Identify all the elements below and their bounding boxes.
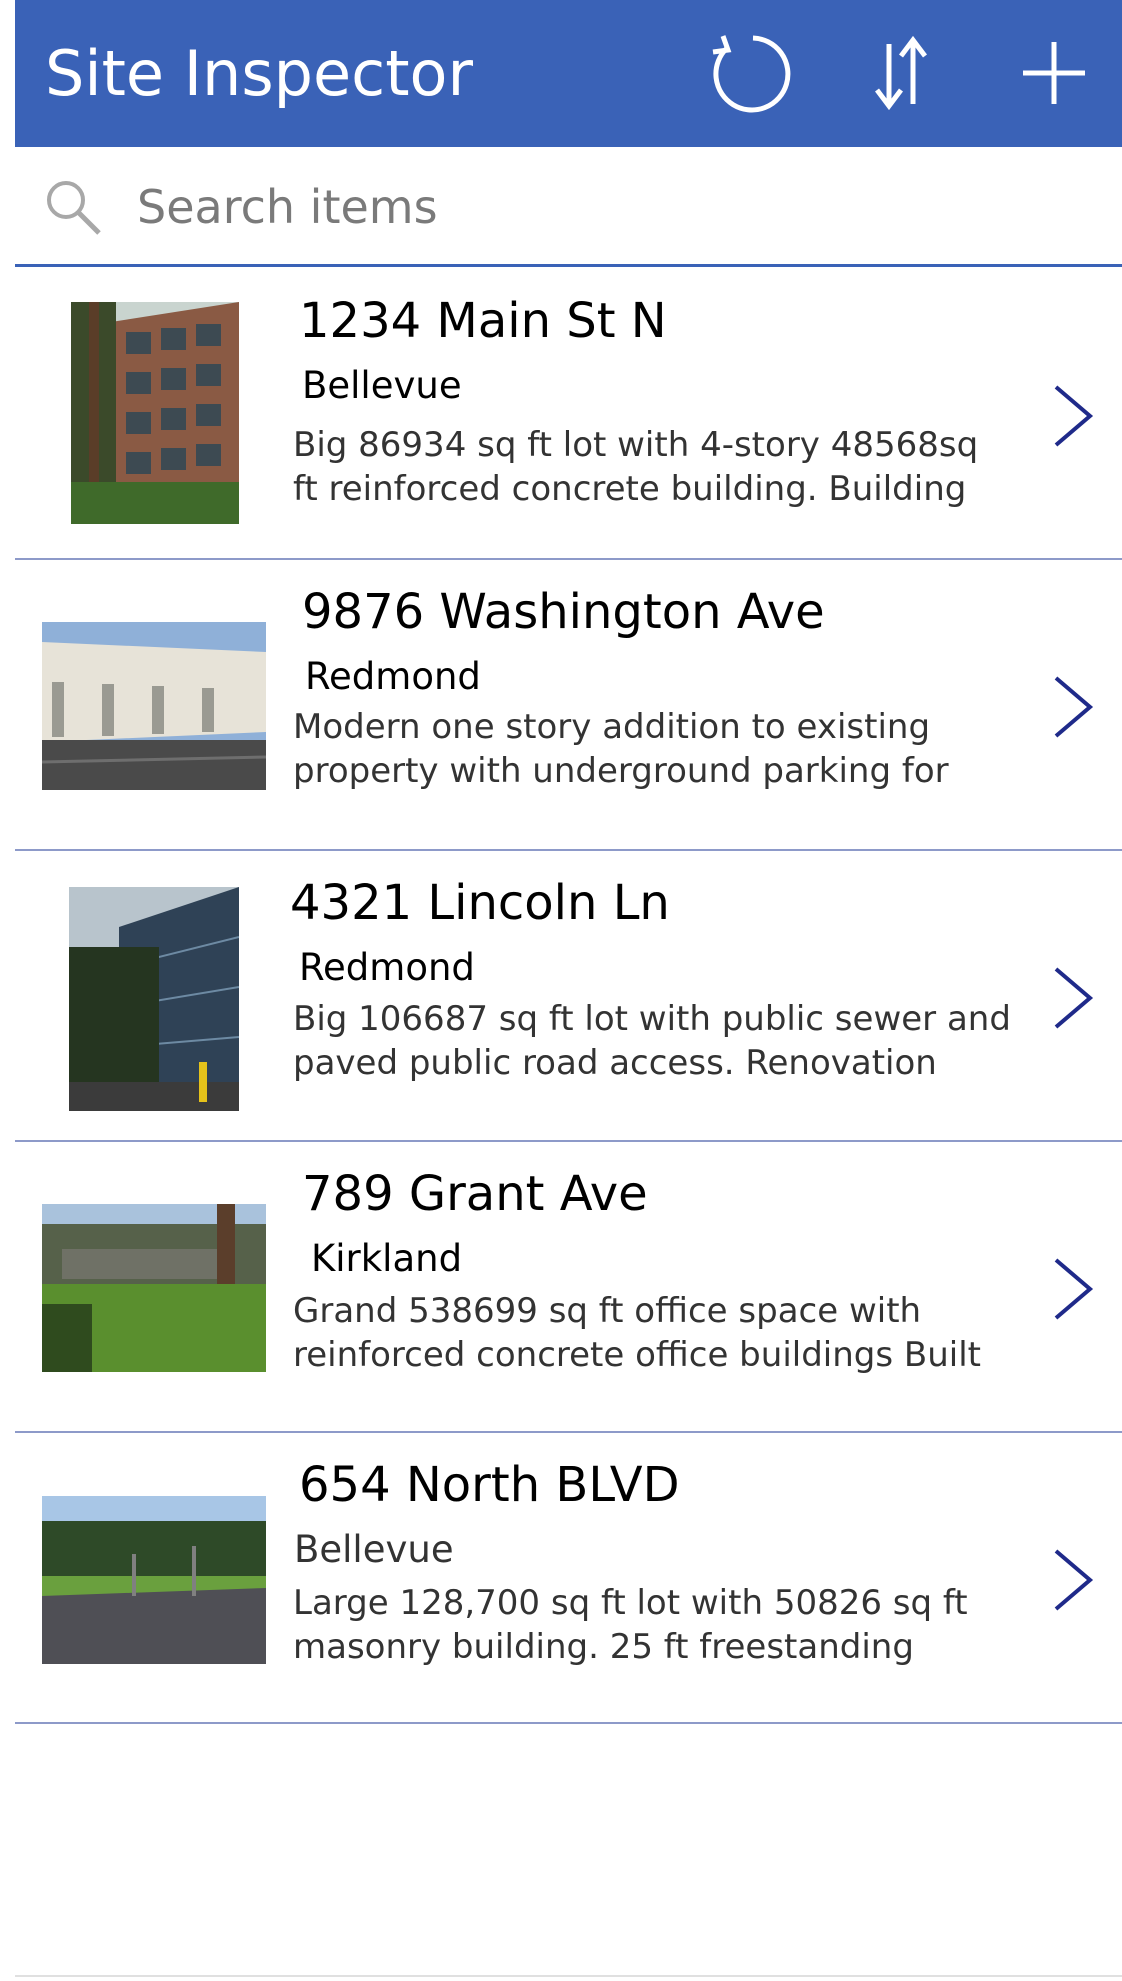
list-item[interactable]: 654 North BLVD Bellevue Large 128,700 sq… — [15, 1433, 1122, 1724]
item-address: 9876 Washington Ave — [302, 584, 825, 640]
page-title: Site Inspector — [45, 37, 473, 110]
item-city: Bellevue — [294, 1528, 454, 1571]
list-item[interactable]: 789 Grant Ave Kirkland Grand 538699 sq f… — [15, 1142, 1122, 1433]
item-city: Redmond — [299, 946, 475, 989]
item-address: 4321 Lincoln Ln — [290, 875, 670, 931]
item-description: Big 86934 sq ft lot with 4-story 48568sq… — [293, 425, 979, 509]
item-city: Bellevue — [302, 364, 462, 407]
item-description: Grand 538699 sq ft office space with rei… — [293, 1291, 981, 1375]
app-screen: Site Inspector Search items 1234 Main St… — [15, 0, 1122, 1981]
list-item[interactable]: 1234 Main St N Bellevue Big 86934 sq ft … — [15, 269, 1122, 560]
property-photo — [42, 1204, 266, 1372]
item-city: Kirkland — [311, 1237, 463, 1280]
item-city: Redmond — [305, 655, 481, 698]
property-photo — [69, 887, 239, 1111]
add-icon — [1023, 42, 1085, 104]
refresh-button[interactable] — [701, 28, 791, 118]
search-input[interactable] — [135, 169, 1099, 245]
chevron-right-icon[interactable] — [1048, 1254, 1098, 1324]
property-photo — [71, 302, 239, 524]
item-description: Modern one story addition to existing pr… — [293, 707, 949, 791]
list-item[interactable]: 9876 Washington Ave Redmond Modern one s… — [15, 560, 1122, 851]
header-bar: Site Inspector — [15, 0, 1122, 147]
items-gallery: 1234 Main St N Bellevue Big 86934 sq ft … — [15, 269, 1122, 1724]
bottom-divider — [15, 1975, 1122, 1977]
refresh-icon — [712, 35, 791, 113]
property-photo — [42, 1496, 266, 1664]
chevron-right-icon[interactable] — [1048, 672, 1098, 742]
item-address: 1234 Main St N — [299, 293, 667, 349]
search-bar — [15, 147, 1122, 267]
item-description: Big 106687 sq ft lot with public sewer a… — [293, 999, 1011, 1083]
chevron-right-icon[interactable] — [1048, 1545, 1098, 1615]
search-icon — [47, 181, 101, 235]
list-item[interactable]: 4321 Lincoln Ln Redmond Big 106687 sq ft… — [15, 851, 1122, 1142]
sort-icon — [875, 35, 927, 111]
item-address: 654 North BLVD — [299, 1457, 680, 1513]
chevron-right-icon[interactable] — [1048, 381, 1098, 451]
sort-button[interactable] — [855, 28, 945, 118]
property-photo — [42, 622, 266, 790]
item-description: Large 128,700 sq ft lot with 50826 sq ft… — [293, 1583, 968, 1667]
item-address: 789 Grant Ave — [302, 1166, 648, 1222]
add-button[interactable] — [1009, 28, 1099, 118]
chevron-right-icon[interactable] — [1048, 963, 1098, 1033]
